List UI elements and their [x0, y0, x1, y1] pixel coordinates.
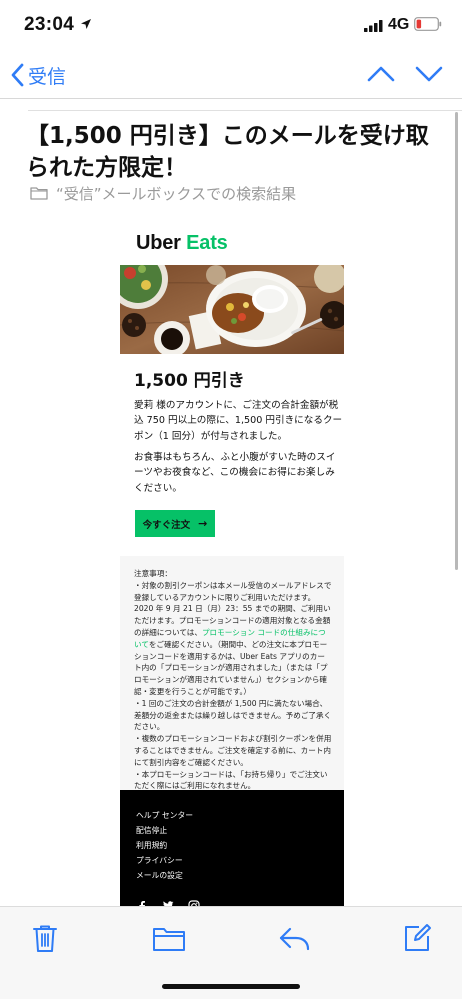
nav-divider [0, 98, 462, 99]
order-now-button[interactable]: 今すぐ注文 → [135, 510, 215, 537]
notes-item: ・本プロモーションコードは、「お持ち帰り」でご注文いただく際にはご利用になれませ… [134, 769, 328, 791]
logo-uber-text: Uber [136, 232, 181, 254]
trash-icon[interactable] [30, 923, 60, 953]
previous-message-button[interactable] [366, 62, 396, 86]
status-time: 23:04 [24, 14, 75, 35]
notes-item-text: をご確認ください。（期間中、どの注文に本プロモーションコードを適用するかは、Ub… [134, 639, 328, 696]
discount-heading: 1,500 円引き [134, 371, 245, 391]
mail-message-screen: 23:04 4G 受信 【1,500 円引き】このメールを受け取られた方限定！ … [0, 0, 462, 999]
network-type: 4G [388, 16, 410, 33]
folder-icon[interactable] [152, 923, 186, 953]
email-footer: ヘルプ センター 配信停止 利用規約 プライバシー メールの設定 [120, 790, 344, 908]
footer-link-terms[interactable]: 利用規約 [136, 840, 167, 851]
mailbox-label: “受信”メールボックスでの検索結果 [56, 184, 297, 203]
mailbox-indicator[interactable]: “受信”メールボックスでの検索結果 [30, 182, 296, 204]
uber-eats-logo: Uber Eats [136, 232, 228, 255]
footer-link-help-center[interactable]: ヘルプ センター [136, 810, 193, 821]
notes-item: ・対象の割引クーポンは本メール受信のメールアドレスで登録しているアカウントに限り… [134, 580, 332, 698]
message-subject: 【1,500 円引き】このメールを受け取られた方限定！ [26, 123, 429, 181]
food-hero-image [120, 265, 344, 354]
battery-icon [414, 17, 442, 31]
scroll-indicator[interactable] [455, 112, 458, 570]
compose-icon[interactable] [402, 923, 432, 953]
header-divider [28, 110, 462, 111]
logo-eats-text: Eats [186, 232, 228, 254]
coupon-description: 愛莉 様のアカウントに、ご注文の合計金額が税込 750 円以上の際に、1,500… [134, 400, 343, 442]
home-indicator[interactable] [162, 984, 300, 989]
terms-notes: 注意事項： ・対象の割引クーポンは本メール受信のメールアドレスで登録しているアカ… [120, 556, 344, 790]
order-now-label: 今すぐ注文 [142, 519, 191, 531]
reply-icon[interactable] [278, 923, 312, 953]
folder-icon [30, 187, 48, 200]
back-button[interactable]: 受信 [10, 60, 66, 90]
location-arrow-icon [81, 19, 91, 29]
chevron-left-icon [11, 63, 24, 87]
status-bar: 23:04 4G [0, 0, 462, 50]
footer-link-email-settings[interactable]: メールの設定 [136, 870, 183, 881]
next-message-button[interactable] [414, 62, 444, 86]
back-label: 受信 [28, 65, 67, 88]
footer-link-unsubscribe[interactable]: 配信停止 [136, 825, 167, 836]
notes-item: ・1 回のご注文の合計金額が 1,500 円に満たない場合、差額分の返金または繰… [134, 698, 332, 732]
notes-title: 注意事項： [134, 569, 172, 578]
promo-message: お食事はもちろん、ふと小腹がすいた時のスイーツやお夜食など、この機会にお得にお楽… [134, 452, 336, 494]
navigation-bar: 受信 [0, 52, 462, 98]
arrow-right-icon: → [198, 517, 208, 530]
notes-item: ・複数のプロモーションコードおよび割引クーポンを併用することはできません。ご注文… [134, 734, 332, 767]
footer-link-privacy[interactable]: プライバシー [136, 855, 183, 866]
cellular-signal-icon [364, 20, 383, 32]
